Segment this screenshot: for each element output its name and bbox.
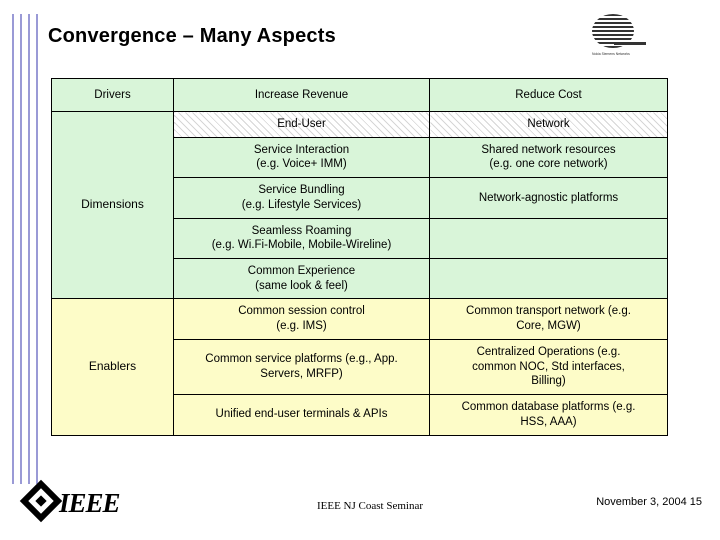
cell-common-service-platforms: Common service platforms (e.g., App. Ser… (173, 338, 430, 396)
convergence-matrix-table: Drivers Increase Revenue Reduce Cost Dim… (51, 78, 668, 436)
cell-line: Billing) (531, 375, 566, 388)
cell-shared-network-resources: Shared network resources (e.g. one core … (429, 136, 668, 179)
cell-centralized-operations: Centralized Operations (e.g. common NOC,… (429, 338, 668, 396)
cell-empty-experience (429, 258, 668, 300)
company-logo: Nokia Siemens Networks (592, 14, 646, 56)
cell-line: Common Experience (247, 265, 356, 278)
cell-common-database-platforms: Common database platforms (e.g. HSS, AAA… (429, 394, 668, 436)
cell-line: Service Interaction (253, 143, 350, 156)
cell-end-user: End-User (173, 111, 430, 138)
cell-line: HSS, AAA) (520, 415, 577, 428)
table-row: Dimensions End-User Network (51, 110, 668, 300)
decorative-left-bars (12, 14, 42, 484)
cell-line: (e.g. Wi.Fi-Mobile, Mobile-Wireline) (211, 239, 392, 252)
cell-line: Unified end-user terminals & APIs (215, 408, 388, 421)
row-label-enablers-text: Enablers (88, 359, 137, 374)
row-label-dimensions: Dimensions (51, 110, 174, 300)
footer-date-page: November 3, 2004 15 (596, 496, 702, 508)
cell-line: Network (527, 118, 570, 130)
cell-line: (e.g. Lifestyle Services) (241, 198, 362, 211)
cell-line: Network-agnostic platforms (478, 191, 619, 204)
cell-line: (same look & feel) (255, 279, 348, 292)
cell-line: Service Bundling (258, 184, 345, 197)
cell-common-experience: Common Experience (same look & feel) (173, 258, 430, 300)
row-label-dimensions-text: Dimensions (81, 197, 144, 212)
cell-service-bundling: Service Bundling (e.g. Lifestyle Service… (173, 177, 430, 219)
cell-line: (e.g. IMS) (276, 320, 327, 333)
cell-network-agnostic-platforms: Network-agnostic platforms (429, 177, 668, 219)
cell-line: Centralized Operations (e.g. (476, 345, 621, 358)
row-label-enablers: Enablers (51, 298, 174, 436)
cell-network: Network (429, 111, 668, 138)
cell-line: Common database platforms (e.g. (461, 401, 636, 414)
cell-line: Common service platforms (e.g., App. (205, 353, 398, 366)
header-reduce-cost: Reduce Cost (429, 78, 668, 112)
cell-line: common NOC, Std interfaces, (472, 360, 625, 373)
table-header-row: Drivers Increase Revenue Reduce Cost (51, 78, 668, 112)
cell-line: Core, MGW) (516, 320, 581, 333)
cell-unified-terminals-apis: Unified end-user terminals & APIs (173, 394, 430, 436)
cell-empty-roaming (429, 217, 668, 260)
page-title: Convergence – Many Aspects (48, 25, 336, 47)
cell-line: Common transport network (e.g. (466, 305, 631, 318)
cell-line: Shared network resources (481, 143, 616, 156)
cell-line: Servers, MRFP) (260, 367, 343, 380)
header-increase-revenue: Increase Revenue (173, 78, 430, 112)
cell-line: (e.g. one core network) (489, 158, 608, 171)
cell-line: Common session control (238, 305, 365, 318)
logo-caption: Nokia Siemens Networks (592, 52, 630, 56)
slide: Convergence – Many Aspects Nokia Siemens… (0, 0, 720, 540)
cell-seamless-roaming: Seamless Roaming (e.g. Wi.Fi-Mobile, Mob… (173, 217, 430, 260)
header-drivers: Drivers (51, 78, 174, 112)
cell-common-transport-network: Common transport network (e.g. Core, MGW… (429, 298, 668, 340)
cell-common-session-control: Common session control (e.g. IMS) (173, 298, 430, 340)
cell-line: Seamless Roaming (251, 224, 352, 237)
cell-line: (e.g. Voice+ IMM) (256, 158, 347, 171)
cell-line: End-User (277, 118, 326, 130)
table-row: Enablers Common session control (e.g. IM… (51, 298, 668, 436)
logo-tail-icon (614, 42, 646, 45)
cell-service-interaction: Service Interaction (e.g. Voice+ IMM) (173, 136, 430, 179)
